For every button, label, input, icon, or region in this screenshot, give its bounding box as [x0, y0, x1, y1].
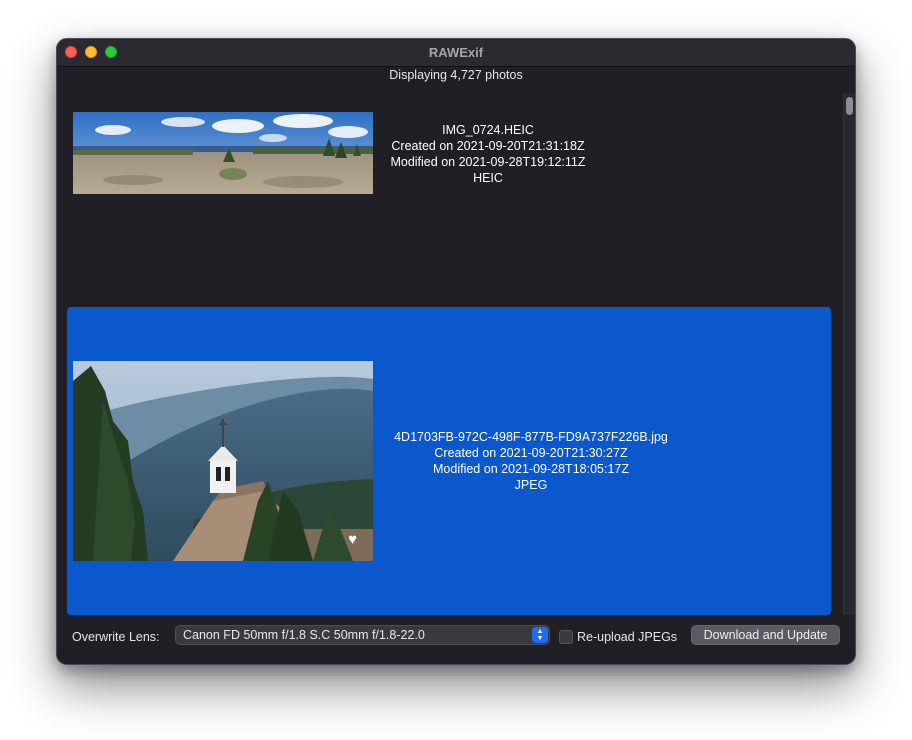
app-window: RAWExif Displaying 4,727 photos IMG_0724…: [56, 38, 856, 665]
photo-filename: 4D1703FB-972C-498F-877B-FD9A737F226B.jpg: [394, 430, 668, 444]
photo-filename: IMG_0724.HEIC: [442, 123, 534, 137]
photo-created: Created on 2021-09-20T21:30:27Z: [434, 446, 628, 460]
photo-format: HEIC: [473, 171, 503, 185]
photo-row[interactable]: IMG_0724.HEIC Created on 2021-09-20T21:3…: [67, 89, 831, 301]
photo-count-status: Displaying 4,727 photos: [389, 68, 523, 82]
lens-label: Overwrite Lens:: [72, 630, 160, 644]
photo-info: 4D1703FB-972C-498F-877B-FD9A737F226B.jpg…: [381, 429, 681, 493]
window-title: RAWExif: [428, 45, 484, 60]
photo-info: IMG_0724.HEIC Created on 2021-09-20T21:3…: [381, 122, 595, 186]
photo-row-selected[interactable]: ♥ 4D1703FB-972C-498F-877B-FD9A737F226B.j…: [67, 307, 831, 615]
vertical-scrollbar[interactable]: [843, 93, 855, 615]
lens-select-value: Canon FD 50mm f/1.8 S.C 50mm f/1.8-22.0: [183, 628, 425, 642]
title-bar[interactable]: RAWExif: [57, 39, 855, 67]
favorite-heart-icon[interactable]: ♥: [348, 532, 357, 547]
lens-select[interactable]: Canon FD 50mm f/1.8 S.C 50mm f/1.8-22.0 …: [175, 625, 550, 645]
scrollbar-thumb[interactable]: [846, 97, 853, 115]
photo-format: JPEG: [514, 478, 548, 492]
reupload-jpegs-checkbox[interactable]: [559, 630, 573, 644]
photo-modified: Modified on 2021-09-28T19:12:11Z: [390, 155, 586, 169]
reupload-jpegs-label[interactable]: Re-upload JPEGs: [577, 630, 677, 644]
download-and-update-button[interactable]: Download and Update: [691, 625, 840, 645]
photo-list[interactable]: IMG_0724.HEIC Created on 2021-09-20T21:3…: [57, 89, 843, 617]
chevron-up-down-icon: ▲ ▼: [532, 627, 548, 643]
photo-created: Created on 2021-09-20T21:31:18Z: [391, 139, 585, 153]
photo-thumbnail: ♥: [73, 361, 373, 561]
photo-modified: Modified on 2021-09-28T18:05:17Z: [433, 462, 629, 476]
photo-thumbnail: [73, 112, 373, 194]
bottom-toolbar: Overwrite Lens: Canon FD 50mm f/1.8 S.C …: [57, 614, 855, 664]
